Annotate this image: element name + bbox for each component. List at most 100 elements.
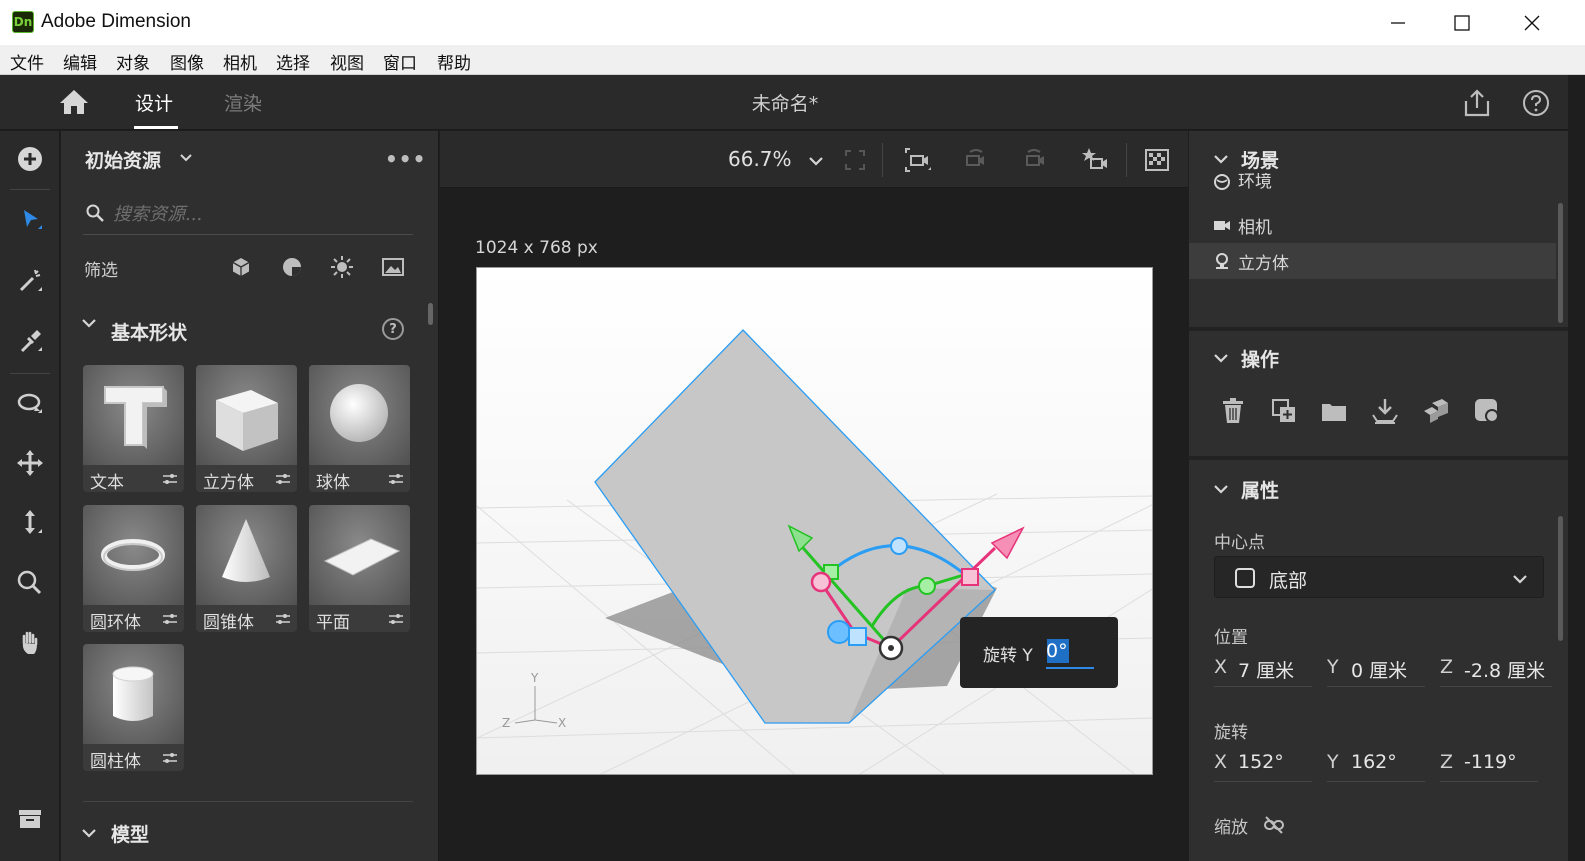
tool-bar [0, 131, 60, 861]
axis-letter: Z [1440, 751, 1454, 773]
maximize-button[interactable] [1427, 0, 1497, 45]
help-icon[interactable]: ? [382, 318, 404, 340]
cube-thumbnail [196, 365, 297, 465]
scrollbar-thumb[interactable] [1558, 203, 1563, 323]
frame-camera-icon[interactable] [902, 145, 932, 175]
tab-design[interactable]: 设计 [135, 89, 173, 116]
scene-item-environment[interactable]: 环境 [1213, 173, 1553, 199]
align-icon[interactable] [1422, 397, 1450, 425]
axis-label-z: Z [502, 716, 510, 730]
assets-panel: 初始资源 ••• 筛选 基本形状 ? 文本 立方体 球体 [61, 131, 439, 861]
menu-window[interactable]: 窗口 [383, 49, 417, 74]
zoom-level[interactable]: 66.7% [728, 147, 792, 171]
pivot-select[interactable]: 底部 [1214, 556, 1544, 598]
rotation-z-field[interactable]: Z -119° [1440, 746, 1538, 782]
3d-viewport[interactable]: Y Z X [476, 267, 1153, 775]
shape-card-cone[interactable]: 圆锥体 [196, 505, 297, 632]
object-icon [1216, 253, 1228, 269]
scene-title[interactable]: 场景 [1241, 146, 1279, 173]
scene-item-label: 相机 [1238, 218, 1272, 238]
orbit-icon [17, 393, 42, 413]
position-y-field[interactable]: Y 0 厘米 [1327, 651, 1425, 687]
convert-icon[interactable] [1473, 397, 1501, 425]
position-z-field[interactable]: Z -2.8 厘米 [1440, 651, 1552, 687]
properties-title[interactable]: 属性 [1241, 476, 1279, 503]
menu-object[interactable]: 对象 [116, 49, 150, 74]
chevron-down-icon[interactable] [81, 317, 97, 329]
tab-render[interactable]: 渲染 [224, 89, 262, 116]
home-icon[interactable] [58, 88, 90, 116]
chevron-down-icon[interactable] [179, 153, 193, 163]
share-icon[interactable] [1462, 88, 1492, 118]
options-icon[interactable] [162, 612, 178, 626]
filter-model-icon[interactable] [229, 255, 253, 279]
filter-light-icon[interactable] [330, 255, 354, 279]
filter-material-icon[interactable] [280, 255, 304, 279]
delete-icon[interactable] [1219, 397, 1247, 425]
rotation-value-input[interactable] [1046, 635, 1094, 669]
rotation-y-field[interactable]: Y 162° [1327, 746, 1425, 782]
chevron-down-icon[interactable] [1213, 483, 1229, 495]
menu-edit[interactable]: 编辑 [63, 49, 97, 74]
help-icon[interactable] [1522, 89, 1550, 117]
shape-card-plane[interactable]: 平面 [309, 505, 410, 632]
close-button[interactable] [1497, 0, 1567, 45]
add-tool[interactable] [10, 139, 50, 179]
redo-camera-icon[interactable] [1020, 145, 1050, 175]
shape-card-cylinder[interactable]: 圆柱体 [83, 644, 184, 771]
menu-camera[interactable]: 相机 [223, 49, 257, 74]
menu-file[interactable]: 文件 [10, 49, 44, 74]
chevron-down-icon[interactable] [808, 155, 824, 167]
menu-view[interactable]: 视图 [330, 49, 364, 74]
orbit-tool[interactable] [10, 383, 50, 423]
scrollbar-thumb[interactable] [1558, 516, 1563, 641]
group-icon[interactable] [1320, 397, 1348, 425]
search-input[interactable] [113, 199, 403, 229]
menu-select[interactable]: 选择 [276, 49, 310, 74]
options-icon[interactable] [275, 612, 291, 626]
unlink-icon[interactable] [1263, 816, 1285, 834]
filter-image-icon[interactable] [381, 255, 405, 279]
fit-to-view-icon[interactable] [840, 145, 870, 175]
options-icon[interactable] [275, 472, 291, 486]
minimize-button[interactable] [1363, 0, 1433, 45]
chevron-down-icon[interactable] [1213, 352, 1229, 364]
shape-card-torus[interactable]: 圆环体 [83, 505, 184, 632]
dolly-tool[interactable] [10, 503, 50, 543]
eyedropper-tool[interactable] [10, 321, 50, 361]
chevron-down-icon[interactable] [1213, 153, 1229, 165]
scene-item-camera[interactable]: 相机 [1213, 208, 1553, 242]
scene-item-cube[interactable]: 立方体 [1213, 244, 1553, 278]
hand-tool[interactable] [10, 623, 50, 663]
zoom-tool[interactable] [10, 563, 50, 603]
menu-image[interactable]: 图像 [170, 49, 204, 74]
options-icon[interactable] [162, 751, 178, 765]
camera-bookmark-icon[interactable] [1080, 145, 1110, 175]
axis-letter: Y [1327, 751, 1339, 773]
options-icon[interactable] [388, 612, 404, 626]
magic-wand-tool[interactable] [10, 261, 50, 301]
position-x-field[interactable]: X 7 厘米 [1214, 651, 1312, 687]
menu-help[interactable]: 帮助 [437, 49, 471, 74]
actions-title[interactable]: 操作 [1241, 345, 1279, 372]
library-tool[interactable] [10, 799, 50, 839]
options-icon[interactable] [162, 472, 178, 486]
more-options-button[interactable]: ••• [385, 147, 426, 171]
pan-tool[interactable] [10, 443, 50, 483]
render-preview-icon[interactable] [1142, 145, 1172, 175]
options-icon[interactable] [388, 472, 404, 486]
assets-title[interactable]: 初始资源 [85, 146, 161, 173]
place-on-ground-icon[interactable] [1371, 397, 1399, 425]
models-title[interactable]: 模型 [111, 820, 149, 847]
scrollbar-thumb[interactable] [428, 303, 433, 325]
select-tool[interactable] [10, 199, 50, 239]
scene-render: Y Z X [477, 268, 1152, 774]
rotation-x-field[interactable]: X 152° [1214, 746, 1312, 782]
chevron-down-icon[interactable] [81, 827, 97, 839]
shape-card-text[interactable]: 文本 [83, 365, 184, 492]
shape-card-sphere[interactable]: 球体 [309, 365, 410, 492]
basic-shapes-title[interactable]: 基本形状 [111, 318, 187, 345]
shape-card-cube[interactable]: 立方体 [196, 365, 297, 492]
undo-camera-icon[interactable] [960, 145, 990, 175]
duplicate-icon[interactable] [1270, 397, 1298, 425]
